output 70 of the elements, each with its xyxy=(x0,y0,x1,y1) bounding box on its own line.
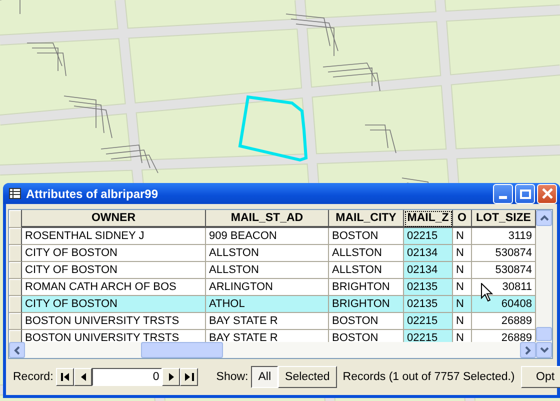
table-cell: CITY OF BOSTON xyxy=(22,262,206,279)
next-record-button[interactable] xyxy=(162,368,180,386)
maximize-button[interactable] xyxy=(515,184,535,204)
column-header[interactable]: OWNER xyxy=(22,210,206,228)
table-cell: BAY STATE R xyxy=(206,313,329,330)
row-selector[interactable] xyxy=(9,296,22,313)
row-selector[interactable] xyxy=(9,262,22,279)
show-label: Show: xyxy=(216,371,248,383)
next-icon xyxy=(168,373,174,381)
scroll-right-button[interactable] xyxy=(520,342,536,358)
first-icon xyxy=(60,373,70,381)
close-button[interactable] xyxy=(537,184,557,204)
scroll-up-button[interactable] xyxy=(536,210,552,226)
scroll-left-button[interactable] xyxy=(9,342,25,358)
last-record-button[interactable] xyxy=(180,368,198,386)
column-header[interactable]: MAIL_CITY xyxy=(329,210,404,228)
table-cell: 02215 xyxy=(404,228,453,245)
records-status: Records (1 out of 7757 Selected.) xyxy=(342,371,515,383)
minimize-icon xyxy=(499,196,507,198)
record-number-field[interactable]: 0 xyxy=(92,368,162,386)
row-selector[interactable] xyxy=(9,245,22,262)
previous-icon xyxy=(80,373,86,381)
table-cell: N xyxy=(453,313,472,330)
record-label: Record: xyxy=(13,371,54,383)
maximize-icon xyxy=(520,188,530,198)
window-title: Attributes of albripar99 xyxy=(26,186,160,200)
table-cell: 02215 xyxy=(404,313,453,330)
table-cell: 02215 xyxy=(404,330,453,342)
options-button[interactable]: Opt xyxy=(521,366,560,388)
row-selector[interactable] xyxy=(9,313,22,330)
column-header[interactable]: O xyxy=(453,210,472,228)
column-header[interactable]: MAIL_Z xyxy=(404,210,453,228)
row-selector[interactable] xyxy=(9,228,22,245)
pointer-icon xyxy=(481,283,493,302)
table-cell: BRIGHTON xyxy=(329,296,404,313)
column-header[interactable]: MAIL_ST_AD xyxy=(206,210,329,228)
table-cell: N xyxy=(453,296,472,313)
table-cell: N xyxy=(453,228,472,245)
close-icon xyxy=(542,188,552,199)
column-header[interactable]: LOT_SIZE xyxy=(472,210,536,228)
table-cell: N xyxy=(453,262,472,279)
scroll-thumb[interactable] xyxy=(536,327,552,341)
vertical-scrollbar[interactable] xyxy=(536,210,552,358)
show-toggle-button[interactable]: All xyxy=(251,366,278,388)
table-cell: BOSTON UNIVERSITY TRSTS xyxy=(22,313,206,330)
table-cell: ATHOL xyxy=(206,296,329,313)
previous-record-button[interactable] xyxy=(74,368,92,386)
row-selector-header xyxy=(9,210,22,228)
table-cell: ALLSTON xyxy=(206,245,329,262)
table-cell: ROSENTHAL SIDNEY J xyxy=(22,228,206,245)
show-toggle-button[interactable]: Selected xyxy=(278,366,337,388)
horizontal-scrollbar[interactable] xyxy=(9,342,536,358)
table-cell: 02134 xyxy=(404,245,453,262)
table-cell: 02135 xyxy=(404,279,453,296)
table-cell: 02135 xyxy=(404,296,453,313)
scroll-thumb[interactable] xyxy=(141,342,223,358)
table-cell: CITY OF BOSTON xyxy=(22,245,206,262)
table-cell: ALLSTON xyxy=(206,262,329,279)
table-cell: 02134 xyxy=(404,262,453,279)
table-cell: CITY OF BOSTON xyxy=(22,296,206,313)
first-record-button[interactable] xyxy=(56,368,74,386)
scroll-down-button[interactable] xyxy=(536,342,552,358)
minimize-button[interactable] xyxy=(493,184,513,204)
table-icon xyxy=(9,188,21,199)
table-cell: 909 BEACON xyxy=(206,228,329,245)
row-selector[interactable] xyxy=(9,330,22,342)
table-cell: 60408 xyxy=(472,296,536,313)
last-icon xyxy=(184,373,194,381)
row-selector[interactable] xyxy=(9,279,22,296)
table-cell: N xyxy=(453,245,472,262)
